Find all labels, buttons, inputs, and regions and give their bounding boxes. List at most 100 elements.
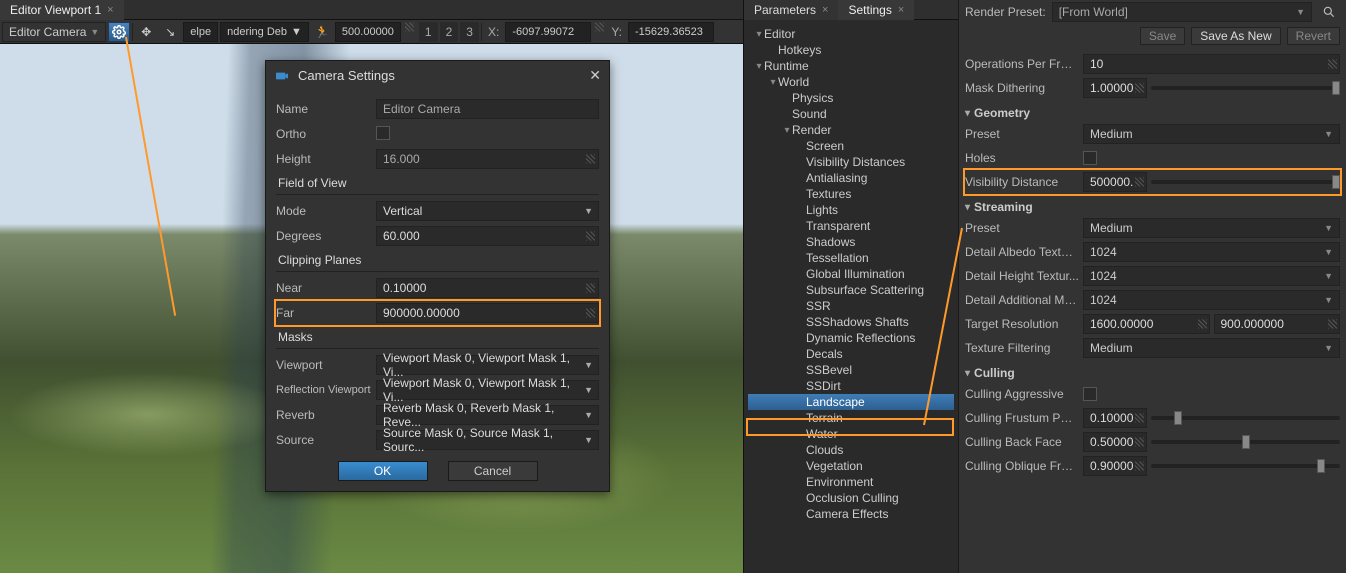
- helpers-fragment[interactable]: elpe: [183, 22, 218, 42]
- save-as-new-button[interactable]: Save As New: [1191, 27, 1280, 45]
- stripe-icon[interactable]: [403, 22, 417, 42]
- move-tool-icon[interactable]: ✥: [135, 22, 157, 42]
- reflection-mask-label: Reflection Viewport: [276, 384, 376, 396]
- settings-tree[interactable]: ▾EditorHotkeys▾Runtime▾WorldPhysicsSound…: [744, 20, 958, 528]
- far-input[interactable]: 900000.00000: [376, 303, 599, 323]
- camera-speed-field[interactable]: 500.00000: [335, 22, 401, 42]
- speed-slot-3[interactable]: 3: [460, 22, 479, 42]
- tree-item-hotkeys[interactable]: Hotkeys: [748, 42, 954, 58]
- reflection-mask-dropdown[interactable]: Viewport Mask 0, Viewport Mask 1, Vi...▼: [376, 380, 599, 400]
- tree-item-antialiasing[interactable]: Antialiasing: [748, 170, 954, 186]
- render-mode-dropdown[interactable]: ndering Deb▼: [220, 22, 309, 42]
- speed-slot-1[interactable]: 1: [419, 22, 438, 42]
- mask-dither-slider[interactable]: [1151, 78, 1340, 98]
- cull-oblique-input[interactable]: 0.90000: [1083, 456, 1147, 476]
- str-preset-dropdown[interactable]: Medium▼: [1083, 218, 1340, 238]
- tab-settings[interactable]: Settings×: [838, 0, 914, 20]
- visdist-input[interactable]: 500000.: [1083, 172, 1147, 192]
- cull-aggressive-checkbox[interactable]: [1083, 387, 1097, 401]
- close-icon[interactable]: ×: [898, 4, 904, 16]
- tree-item-sound[interactable]: Sound: [748, 106, 954, 122]
- tree-item-landscape[interactable]: Landscape: [748, 394, 954, 410]
- tree-item-clouds[interactable]: Clouds: [748, 442, 954, 458]
- near-input[interactable]: 0.10000: [376, 278, 599, 298]
- cull-oblique-slider[interactable]: [1151, 456, 1340, 476]
- cull-frustum-input[interactable]: 0.10000: [1083, 408, 1147, 428]
- speed-slot-2[interactable]: 2: [440, 22, 459, 42]
- ortho-checkbox[interactable]: [376, 126, 390, 140]
- viewport-mask-label: Viewport: [276, 358, 376, 372]
- tree-item-lights[interactable]: Lights: [748, 202, 954, 218]
- tree-item-visibility-distances[interactable]: Visibility Distances: [748, 154, 954, 170]
- tree-item-editor[interactable]: ▾Editor: [748, 26, 954, 42]
- cull-frustum-slider[interactable]: [1151, 408, 1340, 428]
- render-preset-dropdown[interactable]: [From World]▼: [1052, 2, 1312, 22]
- texfilter-dropdown[interactable]: Medium▼: [1083, 338, 1340, 358]
- gizmo-icon[interactable]: ↘: [159, 22, 181, 42]
- tree-item-camera-effects[interactable]: Camera Effects: [748, 506, 954, 522]
- ok-button[interactable]: OK: [338, 461, 428, 481]
- tree-item-render[interactable]: ▾Render: [748, 122, 954, 138]
- tree-item-environment[interactable]: Environment: [748, 474, 954, 490]
- tab-parameters[interactable]: Parameters×: [744, 0, 838, 20]
- albedo-dropdown[interactable]: 1024▼: [1083, 242, 1340, 262]
- tree-item-occlusion-culling[interactable]: Occlusion Culling: [748, 490, 954, 506]
- opf-input[interactable]: 10: [1083, 54, 1340, 74]
- viewport-mask-dropdown[interactable]: Viewport Mask 0, Viewport Mask 1, Vi...▼: [376, 355, 599, 375]
- streaming-group[interactable]: ▾Streaming: [965, 194, 1340, 216]
- save-button[interactable]: Save: [1140, 27, 1185, 45]
- tree-item-textures[interactable]: Textures: [748, 186, 954, 202]
- reverb-mask-dropdown[interactable]: Reverb Mask 0, Reverb Mask 1, Reve...▼: [376, 405, 599, 425]
- tab-editor-viewport[interactable]: Editor Viewport 1 ×: [0, 0, 124, 20]
- addmask-dropdown[interactable]: 1024▼: [1083, 290, 1340, 310]
- tree-item-vegetation[interactable]: Vegetation: [748, 458, 954, 474]
- visdist-slider[interactable]: [1151, 172, 1340, 192]
- tab-label: Editor Viewport 1: [10, 3, 101, 17]
- height-tex-dropdown[interactable]: 1024▼: [1083, 266, 1340, 286]
- tree-item-subsurface-scattering[interactable]: Subsurface Scattering: [748, 282, 954, 298]
- tree-item-tessellation[interactable]: Tessellation: [748, 250, 954, 266]
- close-icon[interactable]: ×: [107, 4, 113, 16]
- tree-item-global-illumination[interactable]: Global Illumination: [748, 266, 954, 282]
- run-icon[interactable]: 🏃: [311, 22, 333, 42]
- name-input[interactable]: Editor Camera: [376, 99, 599, 119]
- cull-back-input[interactable]: 0.50000: [1083, 432, 1147, 452]
- target-res-x-input[interactable]: 1600.00000: [1083, 314, 1210, 334]
- height-input[interactable]: 16.000: [376, 149, 599, 169]
- tree-item-dynamic-reflections[interactable]: Dynamic Reflections: [748, 330, 954, 346]
- masks-section: Masks: [276, 326, 599, 346]
- tree-item-world[interactable]: ▾World: [748, 74, 954, 90]
- tree-item-ssr[interactable]: SSR: [748, 298, 954, 314]
- holes-checkbox[interactable]: [1083, 151, 1097, 165]
- tree-item-physics[interactable]: Physics: [748, 90, 954, 106]
- cancel-button[interactable]: Cancel: [448, 461, 538, 481]
- tree-item-label: Physics: [792, 91, 833, 105]
- tree-item-shadows[interactable]: Shadows: [748, 234, 954, 250]
- dialog-titlebar[interactable]: Camera Settings ✕: [266, 61, 609, 90]
- tree-item-terrain[interactable]: Terrain: [748, 410, 954, 426]
- geo-preset-dropdown[interactable]: Medium▼: [1083, 124, 1340, 144]
- revert-button[interactable]: Revert: [1287, 27, 1340, 45]
- tree-item-runtime[interactable]: ▾Runtime: [748, 58, 954, 74]
- tree-item-water[interactable]: Water: [748, 426, 954, 442]
- culling-group[interactable]: ▾Culling: [965, 360, 1340, 382]
- close-icon[interactable]: ✕: [589, 67, 601, 84]
- tree-item-transparent[interactable]: Transparent: [748, 218, 954, 234]
- tree-item-decals[interactable]: Decals: [748, 346, 954, 362]
- tree-item-ssshadows-shafts[interactable]: SSShadows Shafts: [748, 314, 954, 330]
- camera-dropdown[interactable]: Editor Camera ▼: [2, 22, 106, 42]
- x-field[interactable]: -6097.99072: [505, 22, 591, 42]
- degrees-input[interactable]: 60.000: [376, 226, 599, 246]
- cull-back-slider[interactable]: [1151, 432, 1340, 452]
- mode-dropdown[interactable]: Vertical▼: [376, 201, 599, 221]
- tree-item-ssdirt[interactable]: SSDirt: [748, 378, 954, 394]
- search-icon[interactable]: [1318, 2, 1340, 22]
- tree-item-screen[interactable]: Screen: [748, 138, 954, 154]
- geometry-group[interactable]: ▾Geometry: [965, 100, 1340, 122]
- source-mask-dropdown[interactable]: Source Mask 0, Source Mask 1, Sourc...▼: [376, 430, 599, 450]
- y-field[interactable]: -15629.36523: [628, 22, 714, 42]
- close-icon[interactable]: ×: [822, 4, 828, 16]
- tree-item-ssbevel[interactable]: SSBevel: [748, 362, 954, 378]
- mask-dither-input[interactable]: 1.00000: [1083, 78, 1147, 98]
- target-res-y-input[interactable]: 900.000000: [1214, 314, 1341, 334]
